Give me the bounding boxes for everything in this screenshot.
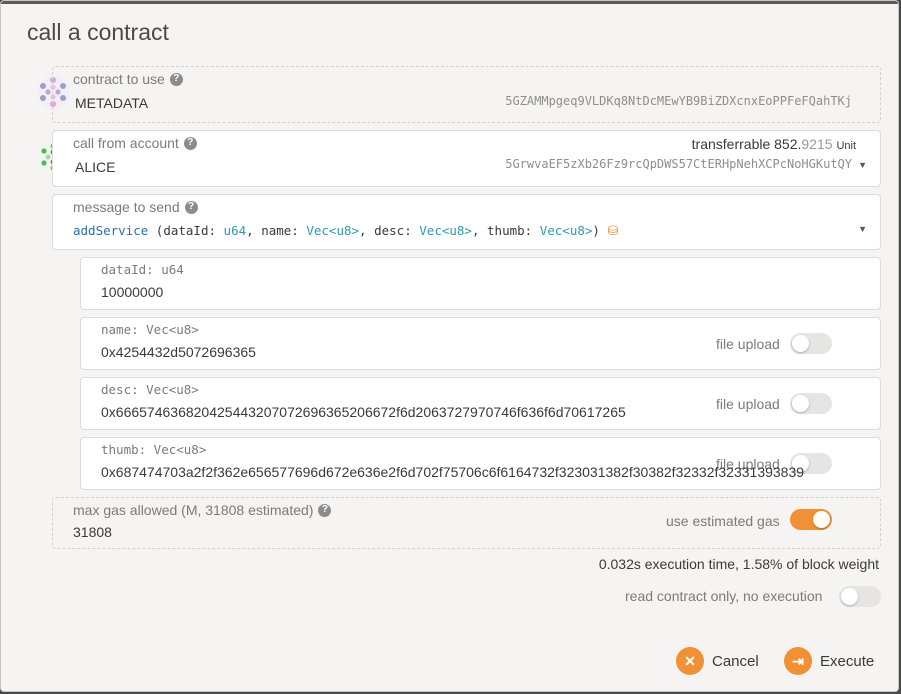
execute-label: Execute	[820, 652, 875, 670]
arg-value[interactable]: 10000000	[101, 284, 163, 300]
arg-label: thumb: Vec<u8>	[101, 442, 207, 457]
sig-open: (	[148, 223, 164, 238]
account-select[interactable]: call from account ? transferrable 852.92…	[52, 130, 881, 187]
modal-top-border	[1, 1, 898, 4]
sign-in-icon: ⇥	[784, 647, 812, 675]
arg-thumb-field[interactable]: thumb: Vec<u8> file upload 0x687474703a2…	[80, 437, 881, 490]
param-type: Vec<u8>	[419, 223, 472, 238]
account-label-row: call from account ?	[73, 135, 197, 151]
arg-value[interactable]: 0x666574636820425443207072696365206672f6…	[101, 404, 706, 420]
account-address: 5GrwvaEF5zXb26Fz9rcQpDWS57CtERHpNehXCPcN…	[505, 157, 852, 171]
transferrable-label: transferrable	[691, 136, 771, 152]
modal-title: call a contract	[27, 19, 169, 45]
chevron-down-icon[interactable]: ▼	[858, 160, 867, 170]
arg-desc-field[interactable]: desc: Vec<u8> 0x666574636820425443207072…	[80, 377, 881, 430]
arg-dataid-field[interactable]: dataId: u64 10000000	[80, 257, 881, 310]
account-label: call from account	[73, 135, 179, 151]
account-name: ALICE	[75, 159, 116, 175]
contract-name: METADATA	[75, 95, 149, 111]
question-circle-icon[interactable]: ?	[169, 72, 183, 86]
transferrable-balance: transferrable 852.9215 Unit	[692, 136, 856, 152]
database-icon: ⛁	[607, 224, 619, 239]
param-name: dataId	[163, 223, 209, 238]
file-upload-label: file upload	[716, 396, 780, 412]
sig-close: )	[592, 223, 600, 238]
balance-decimal: 9215	[801, 136, 833, 152]
gas-label: max gas allowed (M, 31808 estimated)	[73, 502, 314, 518]
execute-button[interactable]: ⇥ Execute	[784, 647, 874, 675]
chevron-down-icon[interactable]: ▼	[858, 224, 867, 234]
close-icon: ✕	[676, 647, 704, 675]
arg-label: dataId: u64	[101, 262, 184, 277]
message-name: addService	[73, 223, 149, 238]
arg-label: desc: Vec<u8>	[101, 382, 199, 397]
message-label-row: message to send ?	[73, 199, 198, 215]
param-type: Vec<u8>	[539, 223, 593, 238]
message-signature: addService (dataId: u64, name: Vec<u8>, …	[73, 223, 619, 239]
read-only-label: read contract only, no execution	[625, 588, 823, 604]
param-name: thumb	[487, 223, 525, 238]
file-upload-toggle[interactable]	[790, 393, 832, 414]
contract-select[interactable]: contract to use ? METADATA 5GZAMMpgeq9VL…	[52, 66, 881, 123]
execution-info: 0.032s execution time, 1.58% of block we…	[598, 556, 879, 572]
balance-integer: 852.	[774, 136, 802, 152]
balance-unit: Unit	[836, 140, 856, 152]
gas-label-row: max gas allowed (M, 31808 estimated) ?	[73, 502, 332, 518]
file-upload-label: file upload	[716, 336, 780, 352]
arg-label: name: Vec<u8>	[101, 322, 199, 337]
question-circle-icon[interactable]: ?	[184, 200, 198, 214]
message-label: message to send	[73, 199, 180, 215]
file-upload-toggle[interactable]	[790, 333, 832, 354]
question-circle-icon[interactable]: ?	[183, 136, 197, 150]
gas-value[interactable]: 31808	[73, 524, 112, 540]
param-type: u64	[223, 223, 247, 238]
param-type: Vec<u8>	[306, 223, 360, 238]
arg-value[interactable]: 0x687474703a2f2f362e656577696d672e636e2f…	[101, 464, 876, 480]
cancel-label: Cancel	[712, 652, 759, 670]
read-only-toggle[interactable]	[839, 586, 881, 607]
call-contract-modal: call a contract contract to use ? METADA…	[0, 0, 899, 692]
message-select[interactable]: message to send ? addService (dataId: u6…	[52, 194, 881, 250]
max-gas-field[interactable]: max gas allowed (M, 31808 estimated) ? 3…	[52, 497, 881, 549]
arg-value[interactable]: 0x4254432d5072696365	[101, 344, 701, 360]
contract-label: contract to use	[73, 71, 165, 87]
cancel-button[interactable]: ✕ Cancel	[676, 647, 759, 675]
param-name: name	[261, 223, 292, 238]
use-estimated-gas-label: use estimated gas	[666, 513, 780, 529]
question-circle-icon[interactable]: ?	[318, 503, 332, 517]
param-name: desc	[374, 223, 405, 238]
arg-name-field[interactable]: name: Vec<u8> 0x4254432d5072696365 file …	[80, 317, 881, 370]
contract-label-row: contract to use ?	[73, 71, 183, 87]
contract-address: 5GZAMMpgeq9VLDKq8NtDcMEwYB9BiZDXcnxEoPPF…	[505, 94, 852, 108]
use-estimated-gas-toggle[interactable]	[790, 509, 832, 530]
